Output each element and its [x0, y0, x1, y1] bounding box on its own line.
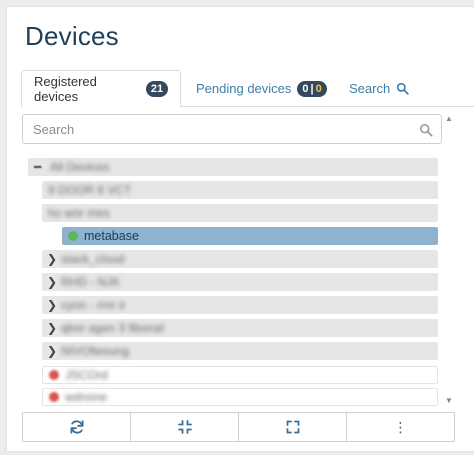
tab-label: Pending devices: [196, 81, 292, 96]
chevron-right-icon[interactable]: ❯: [46, 321, 58, 335]
tree-item-label: wdnone: [65, 390, 108, 404]
tree-search-input[interactable]: [23, 115, 441, 143]
tab-registered-devices[interactable]: Registered devices 21: [21, 70, 181, 108]
tree-item-group[interactable]: ❯ qbor agen 3 fibonal: [42, 319, 438, 337]
refresh-button[interactable]: [23, 413, 131, 441]
tree-root-all-devices[interactable]: ━ All Devices: [28, 158, 438, 176]
more-vertical-icon: ⋮: [393, 419, 408, 435]
online-status-icon: [68, 231, 78, 241]
device-tree-container[interactable]: ▲ ▼ ━ All Devices 9 DOOR 6 VCT ho wnr me…: [22, 108, 454, 406]
tab-search[interactable]: Search: [337, 70, 421, 107]
minus-icon[interactable]: ━: [34, 160, 46, 174]
tree-item-label: NIVOfwoung: [61, 344, 130, 358]
chevron-right-icon[interactable]: ❯: [46, 298, 58, 312]
tree-item-label: cyon - rrnr ir: [61, 298, 126, 312]
more-options-button[interactable]: ⋮: [347, 413, 454, 441]
scroll-up-icon[interactable]: ▲: [444, 114, 454, 123]
offline-status-icon: [49, 392, 59, 402]
tree-item-label: All Devices: [50, 160, 110, 174]
chevron-right-icon[interactable]: ❯: [46, 252, 58, 266]
tree-item-group[interactable]: ❯ stack_cloud: [42, 250, 438, 268]
tab-label: Registered devices: [34, 74, 97, 104]
tree-item-label: ho wnr mes: [48, 206, 111, 220]
offline-status-icon: [49, 370, 59, 380]
tree-item-label: RHD - NJIt: [61, 275, 119, 289]
tree-item-device[interactable]: wdnone: [42, 388, 438, 406]
collapse-all-button[interactable]: [131, 413, 239, 441]
pending-warning-count: 0: [315, 82, 322, 95]
tree-item-device[interactable]: 9 DOOR 6 VCT: [42, 181, 438, 199]
badge-separator: |: [310, 82, 314, 95]
tree-toolbar: ⋮: [22, 412, 455, 442]
pending-count-badge: 0 | 0: [297, 80, 327, 97]
tree-item-group[interactable]: ❯ NIVOfwoung: [42, 342, 438, 360]
registered-count-badge: 21: [146, 81, 168, 97]
page-title: Devices: [25, 21, 119, 51]
tree-item-group[interactable]: ❯ cyon - rrnr ir: [42, 296, 438, 314]
chevron-right-icon[interactable]: ❯: [46, 275, 58, 289]
tree-item-device[interactable]: ho wnr mes: [42, 204, 438, 222]
tree-item-label: metabase: [84, 229, 139, 243]
search-icon: [397, 82, 409, 95]
tree-item-device-selected[interactable]: metabase: [62, 227, 438, 245]
search-icon[interactable]: [419, 123, 433, 137]
tree-item-group[interactable]: ❯ RHD - NJIt: [42, 273, 438, 291]
tree-search-box: [22, 114, 442, 144]
refresh-icon: [70, 420, 83, 434]
chevron-right-icon[interactable]: ❯: [46, 344, 58, 358]
expand-all-button[interactable]: [239, 413, 347, 441]
pending-count: 0: [302, 82, 309, 95]
tree-item-device[interactable]: JSCOrd: [42, 366, 438, 384]
tab-bar: Registered devices 21 Pending devices 0 …: [21, 70, 474, 108]
tab-label: Search: [349, 81, 391, 96]
tree-item-label: qbor agen 3 fibonal: [61, 321, 164, 335]
tree-item-label: JSCOrd: [65, 368, 108, 382]
tab-pending-devices[interactable]: Pending devices 0 | 0: [184, 70, 339, 107]
expand-icon: [286, 420, 299, 434]
compress-icon: [177, 420, 192, 434]
scroll-down-icon[interactable]: ▼: [444, 396, 454, 405]
tree-item-label: stack_cloud: [61, 252, 125, 266]
tree-item-label: 9 DOOR 6 VCT: [48, 183, 132, 197]
